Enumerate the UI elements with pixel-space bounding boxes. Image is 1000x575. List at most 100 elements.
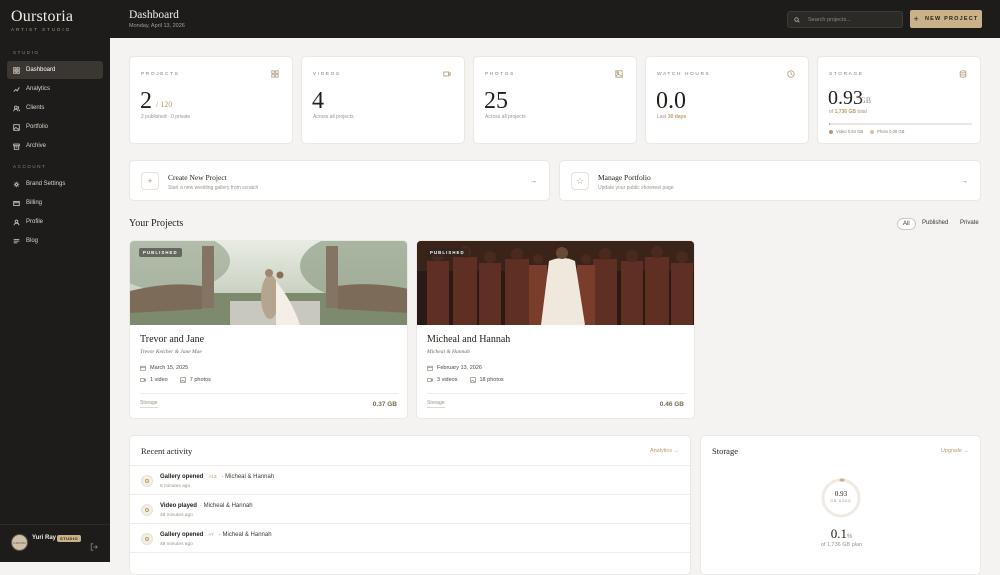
stat-sub: 2 published · 0 private — [141, 114, 191, 120]
stat-sub-prefix: of — [829, 109, 834, 115]
project-media-row: 1 video 7 photos — [140, 377, 211, 383]
sidebar-item-brand-settings[interactable]: Brand Settings — [7, 175, 103, 193]
project-thumbnail[interactable]: PUBLISHED — [417, 241, 694, 325]
logout-icon[interactable] — [90, 543, 98, 551]
activity-row[interactable]: Gallery opened ×7 · Micheal & Hannah 48 mi… — [130, 523, 690, 552]
top-header: Dashboard Monday, April 13, 2026 + NEW P… — [110, 0, 1000, 38]
project-subtitle: Trevor Kelcher & Jane Mae — [140, 349, 202, 355]
brand-tagline: ARTIST STUDIO — [11, 27, 72, 32]
stat-label: PHOTOS — [485, 72, 515, 77]
ring-value: 0.93 — [834, 490, 848, 498]
project-video-count: 1 video — [150, 377, 168, 383]
project-date: March 15, 2025 — [150, 365, 189, 371]
legend-dot — [829, 129, 833, 134]
activity-count: ×13 — [208, 474, 217, 480]
stat-label: PROJECTS — [141, 72, 180, 77]
project-storage-label: Storage — [140, 400, 158, 408]
activity-action: Gallery opened — [160, 474, 204, 480]
sidebar-section-studio: STUDIO — [13, 50, 40, 55]
stat-value: 0.93 — [828, 87, 863, 109]
activity-row-partial[interactable] — [130, 552, 690, 574]
project-card[interactable]: PUBLISHED Micheal and Hannah Micheal & H… — [416, 240, 695, 419]
sidebar-item-billing[interactable]: Billing — [7, 194, 103, 212]
user-icon — [13, 219, 20, 225]
new-project-button[interactable]: + NEW PROJECT — [910, 10, 982, 28]
sidebar-item-label: Analytics — [26, 86, 51, 92]
upgrade-link[interactable]: Upgrade → — [941, 448, 969, 454]
archive-icon — [13, 143, 20, 150]
sidebar-item-profile[interactable]: Profile — [7, 213, 103, 231]
new-project-label: NEW PROJECT — [924, 16, 979, 22]
stat-card-videos: VIDEOS 4 Across all projects — [301, 56, 465, 144]
stat-value: 2 — [140, 88, 152, 114]
stat-label: STORAGE — [829, 72, 864, 77]
arrow-right-icon: → — [961, 178, 968, 185]
sidebar-item-portfolio[interactable]: Portfolio — [7, 118, 103, 136]
published-badge: PUBLISHED — [139, 248, 182, 257]
stat-card-storage: STORAGE 0.93 GB of 1,736 GB total Video … — [817, 56, 981, 144]
stat-value: 0.0 — [656, 88, 686, 114]
stat-limit: / 120 — [156, 100, 173, 109]
search-input[interactable] — [808, 15, 898, 25]
sidebar-item-label: Blog — [26, 238, 39, 244]
filter-published[interactable]: Published — [917, 218, 953, 228]
sidebar-item-analytics[interactable]: Analytics — [7, 80, 103, 98]
sidebar-item-dashboard[interactable]: Dashboard — [7, 61, 103, 79]
sidebar-item-clients[interactable]: Clients — [7, 99, 103, 117]
divider — [140, 393, 399, 394]
activity-row[interactable]: Gallery opened ×13 · Micheal & Hannah 8 mi… — [130, 465, 690, 494]
grid-icon — [13, 66, 20, 74]
legend-label: Video 0.84 GB — [836, 129, 864, 134]
gear-icon — [13, 181, 20, 187]
card-icon — [13, 200, 20, 206]
stat-label: VIDEOS — [313, 72, 341, 77]
sidebar-item-blog[interactable]: Blog — [7, 232, 103, 250]
brand-logo[interactable]: Ourstoria ARTIST STUDIO — [11, 8, 73, 32]
project-thumbnail[interactable]: PUBLISHED — [130, 241, 407, 325]
filter-private[interactable]: Private — [955, 218, 984, 228]
stat-card-photos: PHOTOS 25 Across all projects — [473, 56, 637, 144]
stat-sub: Across all projects — [313, 114, 354, 120]
clock-icon — [787, 70, 795, 78]
eye-icon — [141, 475, 153, 487]
stat-unit: GB — [860, 96, 872, 105]
sidebar: Ourstoria ARTIST STUDIO STUDIO Dashboard… — [0, 0, 110, 562]
filter-all[interactable]: All — [897, 218, 916, 230]
search-box[interactable] — [787, 11, 903, 28]
activity-time: 48 minutes ago — [160, 542, 193, 547]
sidebar-item-label: Clients — [26, 105, 45, 111]
video-icon — [140, 378, 146, 382]
star-icon: ☆ — [571, 172, 589, 190]
activity-project: · Micheal & Hannah — [218, 532, 272, 538]
legend-label: Photo 0.09 GB — [877, 129, 905, 134]
image-icon — [180, 377, 186, 383]
project-video-count: 3 videos — [437, 377, 458, 383]
project-date: February 13, 2026 — [437, 365, 482, 371]
arrow-right-icon: → — [530, 178, 537, 185]
sidebar-item-label: Billing — [26, 200, 43, 206]
calendar-icon — [427, 365, 433, 371]
activity-action: Video played — [160, 503, 197, 509]
lines-icon — [13, 238, 20, 243]
play-icon — [141, 504, 153, 516]
activity-project: · Micheal & Hannah — [199, 503, 253, 509]
activity-row[interactable]: Video played · Micheal & Hannah 48 minute… — [130, 494, 690, 523]
page-title: Dashboard — [129, 9, 179, 21]
analytics-link[interactable]: Analytics → — [650, 448, 679, 454]
project-title: Trevor and Jane — [140, 334, 205, 345]
project-date-row: March 15, 2025 — [140, 365, 188, 371]
avatar[interactable]: YURI RAY — [11, 534, 28, 551]
sidebar-item-label: Portfolio — [26, 124, 49, 130]
legend-photo: Photo 0.09 GB — [870, 129, 904, 134]
plan-badge: STUDIO — [57, 535, 82, 542]
project-photo-count: 7 photos — [189, 377, 211, 383]
activity-title: Recent activity — [141, 446, 193, 456]
create-project-card[interactable]: + Create New Project Start a new wedding… — [129, 160, 550, 201]
manage-portfolio-card[interactable]: ☆ Manage Portfolio Update your public sh… — [559, 160, 981, 201]
stat-value: 25 — [484, 88, 508, 114]
storage-plan: of 1,736 GB plan — [820, 542, 863, 548]
projects-section-title: Your Projects — [129, 218, 184, 229]
activity-text: Gallery opened ×7 · Micheal & Hannah — [160, 532, 272, 538]
project-card[interactable]: PUBLISHED Trevor and Jane Trevor Kelcher… — [129, 240, 408, 419]
sidebar-item-archive[interactable]: Archive — [7, 137, 103, 155]
